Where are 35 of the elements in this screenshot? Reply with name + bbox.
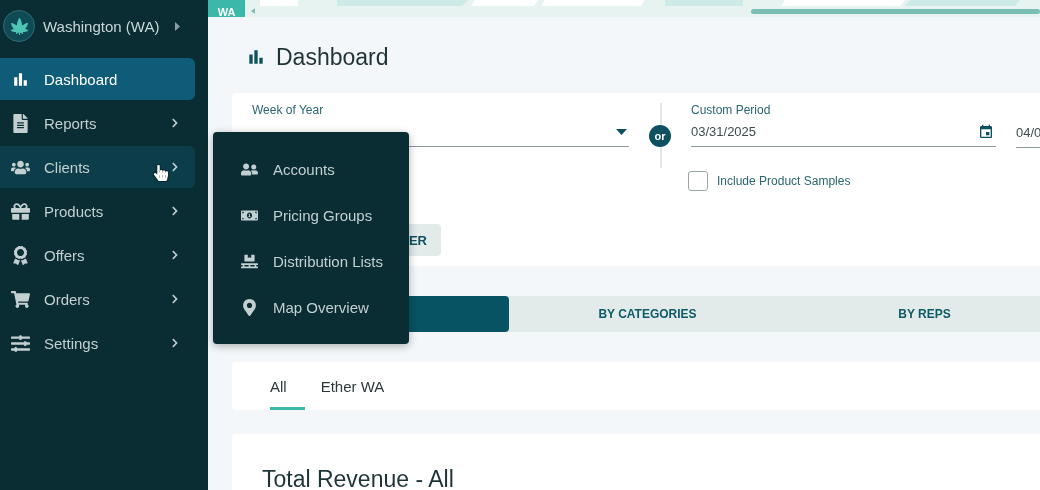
document-icon (10, 113, 30, 133)
checkbox-label: Include Product Samples (717, 174, 851, 188)
store-tab[interactable]: Ether WA (320, 362, 403, 410)
nav-item[interactable]: Settings (0, 322, 195, 364)
checkbox[interactable] (688, 171, 708, 191)
nav-item[interactable]: Offers (0, 234, 195, 276)
nav-item[interactable]: Reports (0, 102, 195, 144)
nav-item[interactable]: Clients (0, 146, 195, 188)
gift-box-icon (10, 201, 30, 221)
leaf-logo-icon (3, 10, 35, 42)
start-date-field[interactable]: 03/31/2025 (691, 117, 996, 147)
menu-item[interactable]: Accounts (239, 146, 409, 192)
nav-item[interactable]: Orders (0, 278, 195, 320)
view-tab[interactable]: BY REPS (786, 296, 1040, 332)
account-name[interactable]: Washington (WA) (43, 17, 160, 35)
page-title: Dashboard (276, 43, 389, 71)
field-label: Week of Year (252, 103, 325, 117)
award-icon (10, 245, 30, 265)
sliders-icon (10, 333, 30, 353)
view-tab[interactable]: BY CATEGORIES (509, 296, 786, 332)
end-date-field[interactable]: 04/0 (1016, 118, 1040, 148)
nav-item[interactable]: Dashboard (0, 58, 195, 100)
dropdown-arrow-icon (616, 128, 627, 135)
menu-item[interactable]: Distribution Lists (239, 238, 409, 284)
cart-icon (10, 289, 30, 309)
hand-pointer-icon (153, 165, 169, 181)
store-tab[interactable]: All (270, 362, 305, 410)
bar-chart-icon (246, 47, 266, 67)
nav-item[interactable]: Products (0, 190, 195, 232)
or-badge: or (649, 125, 671, 147)
menu-item[interactable]: Map Overview (239, 284, 409, 330)
menu-item[interactable]: Pricing Groups (239, 192, 409, 238)
card-title: Total Revenue - All (262, 466, 455, 490)
caret-icon (175, 21, 181, 31)
field-label: Custom Period (691, 103, 772, 117)
